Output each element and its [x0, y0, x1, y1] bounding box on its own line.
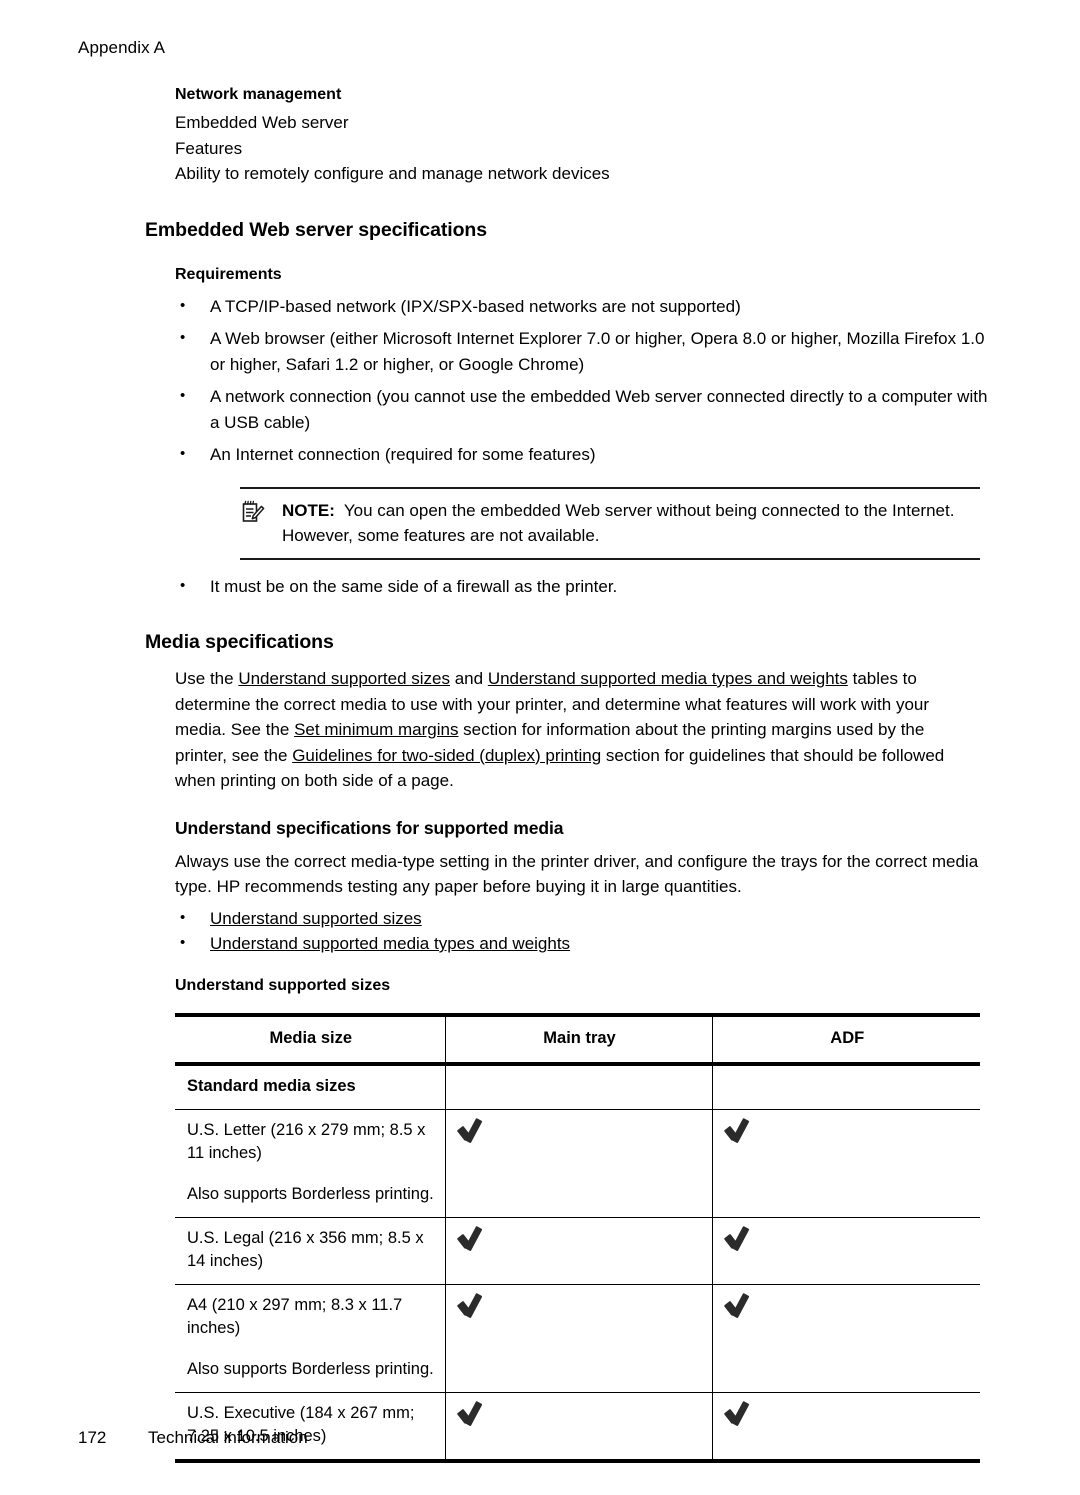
link-understand-supported-sizes[interactable]: Understand supported sizes [210, 909, 422, 928]
cell-adf [712, 1392, 980, 1463]
note-label: NOTE: [282, 500, 335, 520]
network-management-block: Network management Embedded Web server F… [175, 86, 1080, 187]
ews-section: Embedded Web server specifications [145, 219, 1080, 242]
cell-adf [712, 1284, 980, 1393]
requirement-item: It must be on the same side of a firewal… [175, 573, 1000, 600]
checkmark-icon [725, 1294, 755, 1318]
text-fragment: and [450, 669, 488, 688]
checkmark-icon [458, 1227, 488, 1251]
requirements-list-continued: It must be on the same side of a firewal… [175, 573, 1080, 600]
cell-media-size: U.S. Executive (184 x 267 mm; 7.25 x 10.… [175, 1392, 446, 1463]
media-size-text: U.S. Letter (216 x 279 mm; 8.5 x 11 inch… [187, 1120, 426, 1162]
requirement-item: An Internet connection (required for som… [175, 441, 1000, 468]
checkmark-icon [725, 1227, 755, 1251]
table-group-row: Standard media sizes [175, 1063, 980, 1110]
requirements-heading: Requirements [175, 265, 282, 283]
supported-sizes-table-wrap: Media size Main tray ADF Standard media … [175, 1012, 980, 1463]
understand-specs-section: Understand specifications for supported … [175, 818, 1080, 957]
group-empty-cell [712, 1063, 980, 1110]
text-fragment: Use the [175, 669, 239, 688]
group-label: Standard media sizes [175, 1063, 446, 1110]
cell-adf [712, 1217, 980, 1285]
requirements-list: A TCP/IP-based network (IPX/SPX-based ne… [175, 293, 1080, 468]
note-content: NOTE: You can open the embedded Web serve… [240, 498, 980, 548]
media-specifications-heading: Media specifications [145, 631, 334, 653]
note-callout: NOTE: You can open the embedded Web serve… [240, 486, 980, 560]
network-management-line-1: Embedded Web server [175, 113, 349, 132]
link-understand-supported-media-types-and-weights[interactable]: Understand supported media types and wei… [210, 934, 570, 953]
cell-media-size: U.S. Letter (216 x 279 mm; 8.5 x 11 inch… [175, 1109, 446, 1218]
note-text: You can open the embedded Web server wit… [282, 500, 955, 545]
page-number: 172 [78, 1428, 107, 1447]
checkmark-icon [458, 1119, 488, 1143]
list-item: Understand supported sizes [175, 905, 1000, 932]
requirements-block: Requirements A TCP/IP-based network (IPX… [175, 266, 1080, 468]
media-size-note: Also supports Borderless printing. [187, 1359, 434, 1378]
footer-section-title: Technical information [148, 1428, 308, 1447]
running-head: Appendix A [78, 38, 166, 57]
table-header-row: Media size Main tray ADF [175, 1012, 980, 1066]
media-specifications-body: Use the Understand supported sizes and U… [175, 666, 1080, 794]
understand-specs-heading: Understand specifications for supported … [175, 817, 564, 838]
column-header-main-tray: Main tray [445, 1012, 713, 1066]
supported-sizes-block: Understand supported sizes [175, 977, 1080, 995]
link-guidelines-two-sided-duplex-printing[interactable]: Guidelines for two-sided (duplex) printi… [292, 746, 601, 765]
link-understand-supported-media-types-and-weights[interactable]: Understand supported media types and wei… [488, 669, 848, 688]
ews-heading: Embedded Web server specifications [145, 218, 487, 241]
media-specifications-paragraph: Use the Understand supported sizes and U… [175, 666, 980, 794]
network-management-line-3: Ability to remotely configure and manage… [175, 164, 610, 183]
media-size-text: A4 (210 x 297 mm; 8.3 x 11.7 inches) [187, 1295, 403, 1337]
link-set-minimum-margins[interactable]: Set minimum margins [294, 720, 458, 739]
document-page: Appendix A Network management Embedded W… [0, 0, 1080, 1495]
network-management-line-2: Features [175, 138, 243, 158]
table-row: U.S. Letter (216 x 279 mm; 8.5 x 11 inch… [175, 1109, 980, 1218]
note-pad-pencil-icon [240, 499, 266, 525]
table-row: U.S. Legal (216 x 356 mm; 8.5 x 14 inche… [175, 1217, 980, 1285]
link-understand-supported-sizes[interactable]: Understand supported sizes [238, 669, 450, 688]
requirement-item: A Web browser (either Microsoft Internet… [175, 325, 1000, 377]
table-row: U.S. Executive (184 x 267 mm; 7.25 x 10.… [175, 1392, 980, 1463]
group-empty-cell [445, 1063, 713, 1110]
cell-media-size: A4 (210 x 297 mm; 8.3 x 11.7 inches) Als… [175, 1284, 446, 1393]
cell-main-tray [445, 1217, 713, 1285]
supported-sizes-table: Media size Main tray ADF Standard media … [175, 1012, 980, 1463]
page-footer: 172 Technical information [78, 1428, 308, 1448]
understand-specs-links: Understand supported sizes Understand su… [175, 905, 1080, 957]
table-row: A4 (210 x 297 mm; 8.3 x 11.7 inches) Als… [175, 1284, 980, 1393]
cell-main-tray [445, 1284, 713, 1393]
cell-main-tray [445, 1392, 713, 1463]
checkmark-icon [725, 1402, 755, 1426]
column-header-media-size: Media size [175, 1012, 446, 1066]
cell-media-size: U.S. Legal (216 x 356 mm; 8.5 x 14 inche… [175, 1217, 446, 1285]
list-item: Understand supported media types and wei… [175, 930, 1000, 957]
network-management-heading: Network management [175, 86, 342, 103]
checkmark-icon [458, 1294, 488, 1318]
requirement-item: A network connection (you cannot use the… [175, 383, 1000, 435]
requirement-item: A TCP/IP-based network (IPX/SPX-based ne… [175, 293, 1000, 320]
column-header-adf: ADF [712, 1012, 980, 1066]
media-specifications-section: Media specifications [145, 631, 1080, 654]
cell-adf [712, 1109, 980, 1218]
media-size-text: U.S. Legal (216 x 356 mm; 8.5 x 14 inche… [187, 1228, 424, 1270]
page-content: Network management Embedded Web server F… [0, 86, 1080, 1463]
supported-sizes-heading: Understand supported sizes [175, 976, 391, 994]
understand-specs-paragraph: Always use the correct media-type settin… [175, 851, 979, 897]
cell-main-tray [445, 1109, 713, 1218]
checkmark-icon [458, 1402, 488, 1426]
media-size-note: Also supports Borderless printing. [187, 1184, 434, 1203]
checkmark-icon [725, 1119, 755, 1143]
requirement-after-note-block: It must be on the same side of a firewal… [175, 573, 1080, 600]
